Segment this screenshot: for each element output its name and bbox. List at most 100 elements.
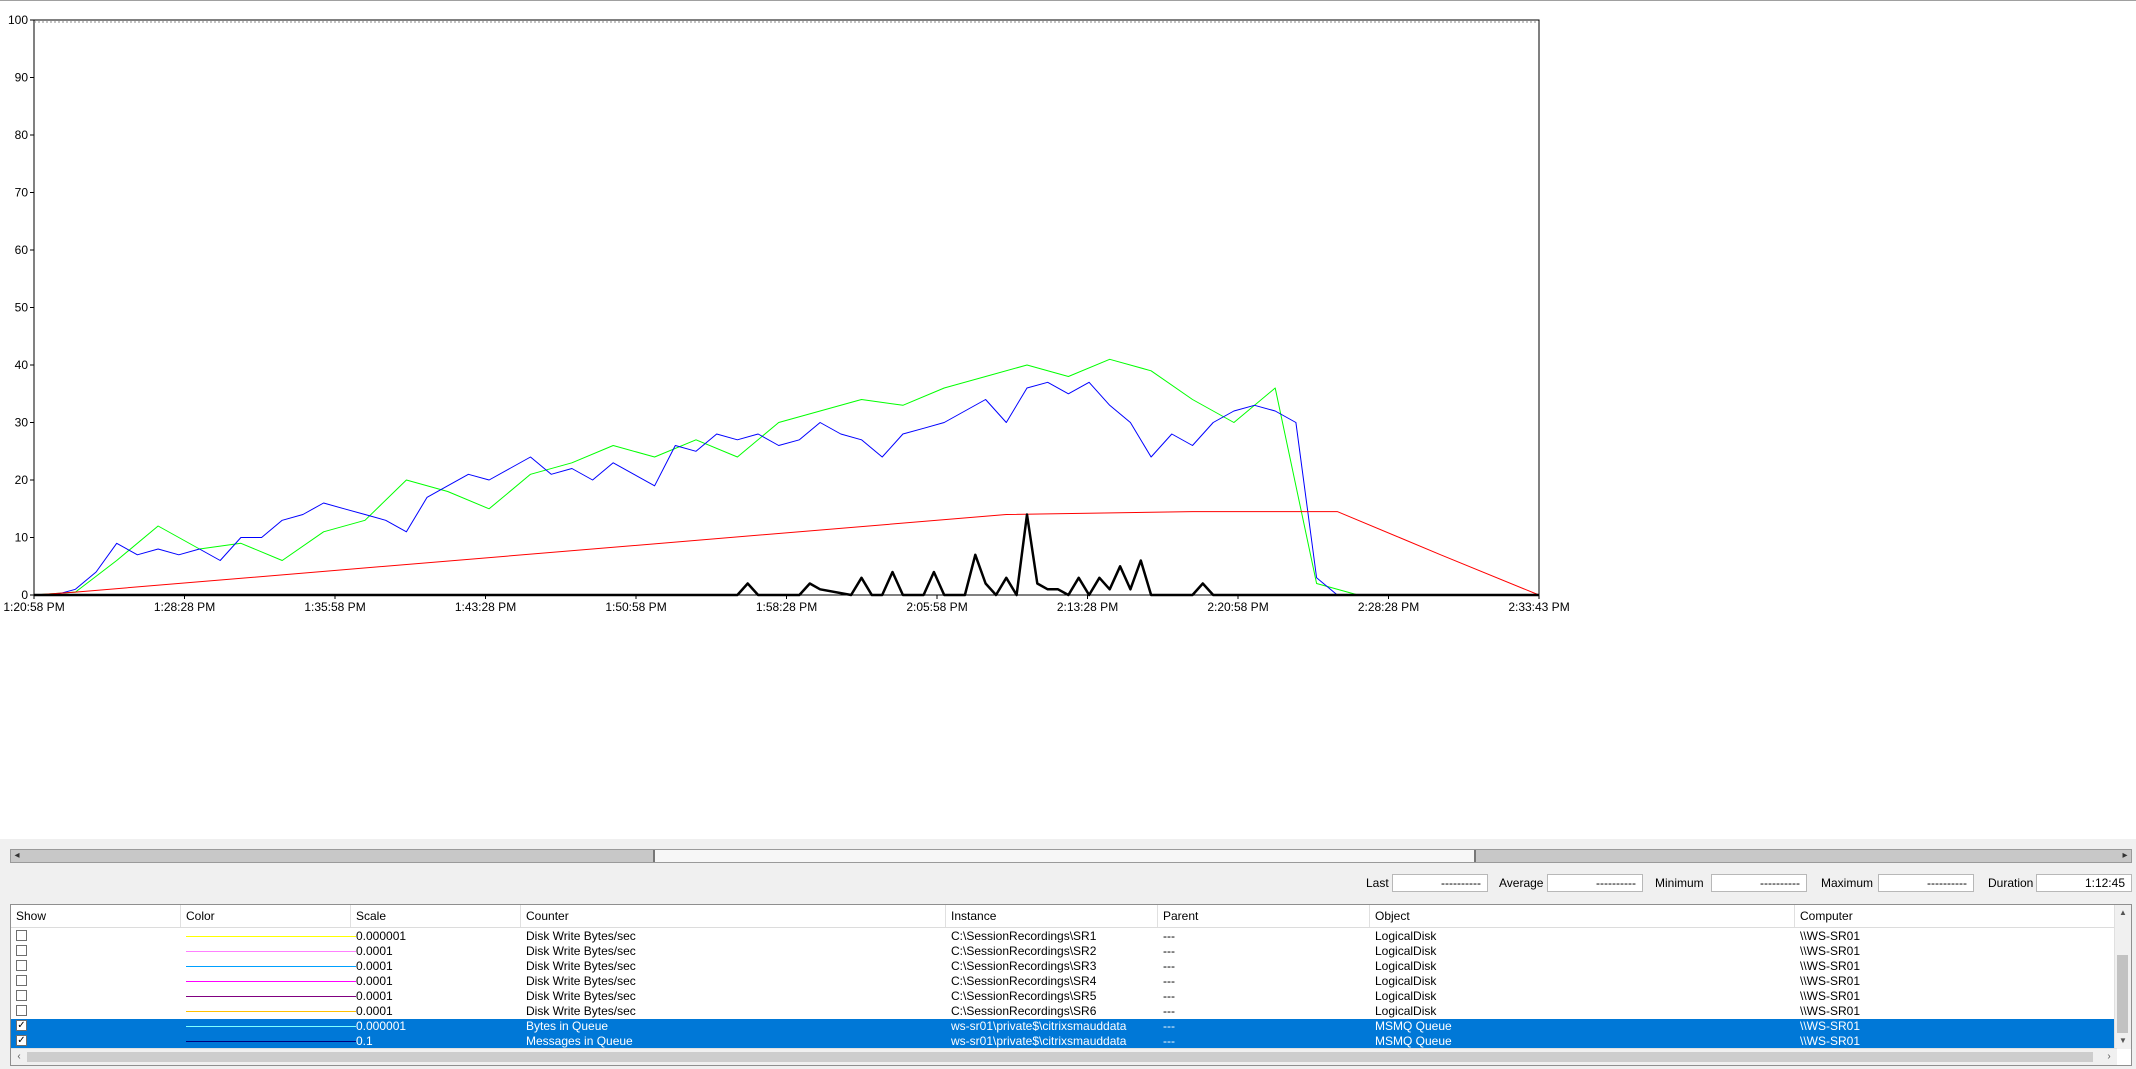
show-checkbox[interactable] bbox=[16, 1005, 27, 1016]
color-swatch bbox=[186, 981, 356, 982]
x-tick-label: 1:43:28 PM bbox=[455, 600, 516, 614]
counter-cell: Disk Write Bytes/sec bbox=[526, 989, 636, 1003]
color-swatch bbox=[186, 996, 356, 997]
parent-cell: --- bbox=[1163, 1034, 1175, 1048]
scroll-right-icon[interactable]: › bbox=[2101, 1049, 2117, 1065]
last-value: ---------- bbox=[1392, 874, 1488, 892]
show-checkbox[interactable] bbox=[16, 960, 27, 971]
instance-cell: C:\SessionRecordings\SR6 bbox=[951, 1004, 1097, 1018]
computer-cell: \\WS-SR01 bbox=[1800, 1034, 1861, 1048]
maximum-label: Maximum bbox=[1821, 876, 1874, 890]
column-scale[interactable]: Scale bbox=[351, 905, 521, 927]
column-instance[interactable]: Instance bbox=[946, 905, 1158, 927]
counter-cell: Disk Write Bytes/sec bbox=[526, 974, 636, 988]
counter-list[interactable]: Show Color Scale Counter Instance Parent… bbox=[10, 904, 2132, 1066]
color-swatch bbox=[186, 936, 356, 937]
scroll-up-icon[interactable]: ▲ bbox=[2115, 905, 2131, 921]
show-checkbox[interactable] bbox=[16, 930, 27, 941]
object-cell: LogicalDisk bbox=[1375, 929, 1437, 943]
computer-cell: \\WS-SR01 bbox=[1800, 1019, 1861, 1033]
table-row[interactable]: 0.0001 Disk Write Bytes/sec C:\SessionReco… bbox=[11, 959, 2117, 974]
table-row[interactable]: 0.000001 Disk Write Bytes/sec C:\SessionRe… bbox=[11, 929, 2117, 944]
parent-cell: --- bbox=[1163, 944, 1175, 958]
y-tick-label: 30 bbox=[15, 416, 29, 430]
table-row[interactable]: 0.0001 Disk Write Bytes/sec C:\SessionReco… bbox=[11, 944, 2117, 959]
color-swatch bbox=[186, 1026, 356, 1027]
scroll-down-icon[interactable]: ▼ bbox=[2115, 1033, 2131, 1049]
x-tick-label: 1:35:58 PM bbox=[304, 600, 365, 614]
show-checkbox[interactable]: ✓ bbox=[16, 1035, 27, 1046]
performance-graph[interactable]: 0 10 20 30 40 50 60 70 80 90 100 1:20:58 PM 1:28:28 … bbox=[0, 0, 2136, 839]
counter-cell: Bytes in Queue bbox=[526, 1019, 609, 1033]
plot-frame bbox=[33, 19, 1540, 596]
table-row[interactable]: 0.0001 Disk Write Bytes/sec C:\SessionReco… bbox=[11, 974, 2117, 989]
maximum-value: ---------- bbox=[1878, 874, 1974, 892]
show-checkbox[interactable] bbox=[16, 975, 27, 986]
table-row[interactable]: 0.0001 Disk Write Bytes/sec C:\SessionReco… bbox=[11, 989, 2117, 1004]
instance-cell: C:\SessionRecordings\SR4 bbox=[951, 974, 1097, 988]
time-range-scrollbar[interactable]: ◂ ▸ bbox=[10, 849, 2132, 863]
parent-cell: --- bbox=[1163, 1004, 1175, 1018]
scale-cell: 0.000001 bbox=[356, 929, 407, 943]
instance-cell: C:\SessionRecordings\SR3 bbox=[951, 959, 1097, 973]
color-swatch bbox=[186, 951, 356, 952]
scale-cell: 0.0001 bbox=[356, 989, 393, 1003]
x-tick-label: 1:28:28 PM bbox=[154, 600, 215, 614]
column-color[interactable]: Color bbox=[181, 905, 351, 927]
average-value: ---------- bbox=[1547, 874, 1643, 892]
x-tick-label: 2:28:28 PM bbox=[1358, 600, 1419, 614]
object-cell: LogicalDisk bbox=[1375, 944, 1437, 958]
column-computer[interactable]: Computer bbox=[1795, 905, 2117, 927]
list-vertical-scrollbar[interactable]: ▲ ▼ bbox=[2114, 905, 2131, 1049]
statistics-bar: Last ---------- Average ---------- Minim… bbox=[0, 874, 2136, 896]
time-window-slider[interactable] bbox=[653, 850, 1476, 862]
minimum-label: Minimum bbox=[1655, 876, 1704, 890]
object-cell: LogicalDisk bbox=[1375, 974, 1437, 988]
counter-cell: Messages in Queue bbox=[526, 1034, 633, 1048]
horizontal-scroll-thumb[interactable] bbox=[27, 1052, 2093, 1062]
average-label: Average bbox=[1499, 876, 1544, 890]
parent-cell: --- bbox=[1163, 1019, 1175, 1033]
scroll-right-icon[interactable]: ▸ bbox=[2118, 849, 2132, 863]
column-parent[interactable]: Parent bbox=[1158, 905, 1370, 927]
instance-cell: C:\SessionRecordings\SR1 bbox=[951, 929, 1097, 943]
show-checkbox[interactable] bbox=[16, 990, 27, 1001]
column-counter[interactable]: Counter bbox=[521, 905, 946, 927]
column-show[interactable]: Show bbox=[11, 905, 181, 927]
y-tick-label: 60 bbox=[15, 243, 29, 257]
x-tick-label: 2:13:28 PM bbox=[1057, 600, 1118, 614]
table-row[interactable]: ✓ 0.000001 Bytes in Queue ws-sr01\private$\… bbox=[11, 1019, 2117, 1034]
y-tick-label: 40 bbox=[15, 358, 29, 372]
parent-cell: --- bbox=[1163, 989, 1175, 1003]
object-cell: MSMQ Queue bbox=[1375, 1034, 1452, 1048]
column-object[interactable]: Object bbox=[1370, 905, 1795, 927]
computer-cell: \\WS-SR01 bbox=[1800, 989, 1861, 1003]
x-tick-label: 1:20:58 PM bbox=[3, 600, 64, 614]
computer-cell: \\WS-SR01 bbox=[1800, 974, 1861, 988]
counter-cell: Disk Write Bytes/sec bbox=[526, 929, 636, 943]
object-cell: MSMQ Queue bbox=[1375, 1019, 1452, 1033]
show-checkbox[interactable] bbox=[16, 945, 27, 956]
object-cell: LogicalDisk bbox=[1375, 959, 1437, 973]
vertical-scroll-thumb[interactable] bbox=[2117, 955, 2128, 1033]
y-tick-label: 50 bbox=[15, 301, 29, 315]
instance-cell: ws-sr01\private$\citrixsmauddata bbox=[951, 1019, 1127, 1033]
scale-cell: 0.1 bbox=[356, 1034, 373, 1048]
show-checkbox[interactable]: ✓ bbox=[16, 1020, 27, 1031]
table-row[interactable]: ✓ 0.1 Messages in Queue ws-sr01\private$\ci… bbox=[11, 1034, 2117, 1049]
scale-cell: 0.0001 bbox=[356, 1004, 393, 1018]
computer-cell: \\WS-SR01 bbox=[1800, 1004, 1861, 1018]
x-tick-label: 2:20:58 PM bbox=[1207, 600, 1268, 614]
table-row[interactable]: 0.0001 Disk Write Bytes/sec C:\SessionReco… bbox=[11, 1004, 2117, 1019]
x-tick-label: 2:33:43 PM bbox=[1508, 600, 1569, 614]
scroll-left-icon[interactable]: ◂ bbox=[10, 849, 24, 863]
counter-cell: Disk Write Bytes/sec bbox=[526, 959, 636, 973]
scroll-left-icon[interactable]: ‹ bbox=[11, 1049, 27, 1065]
scale-cell: 0.0001 bbox=[356, 944, 393, 958]
object-cell: LogicalDisk bbox=[1375, 1004, 1437, 1018]
counter-cell: Disk Write Bytes/sec bbox=[526, 1004, 636, 1018]
list-horizontal-scrollbar[interactable]: ‹ › bbox=[11, 1048, 2117, 1065]
y-tick-label: 20 bbox=[15, 473, 29, 487]
computer-cell: \\WS-SR01 bbox=[1800, 944, 1861, 958]
duration-value: 1:12:45 bbox=[2036, 874, 2132, 892]
